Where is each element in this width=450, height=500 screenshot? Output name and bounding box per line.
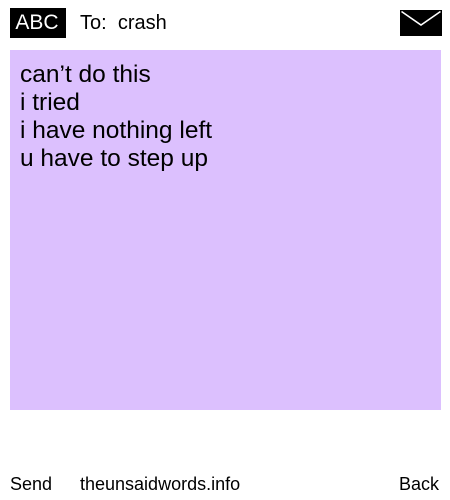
site-credit: theunsaidwords.info (80, 474, 241, 494)
back-button[interactable]: Back (399, 472, 439, 496)
message-line: i have nothing left (20, 117, 213, 144)
message-line: i tried (20, 89, 80, 116)
recipient-line: To: crash (80, 8, 167, 38)
envelope-icon[interactable] (400, 10, 442, 36)
message-line: can’t do this (20, 61, 151, 88)
input-mode-badge: ABC (10, 8, 66, 38)
message-body[interactable]: can’t do this i tried i have nothing lef… (10, 50, 441, 410)
recipient-name: crash (117, 12, 167, 34)
message-line: u have to step up (20, 145, 208, 172)
send-button[interactable]: Send (10, 472, 52, 496)
recipient-prefix: To: (80, 12, 107, 34)
